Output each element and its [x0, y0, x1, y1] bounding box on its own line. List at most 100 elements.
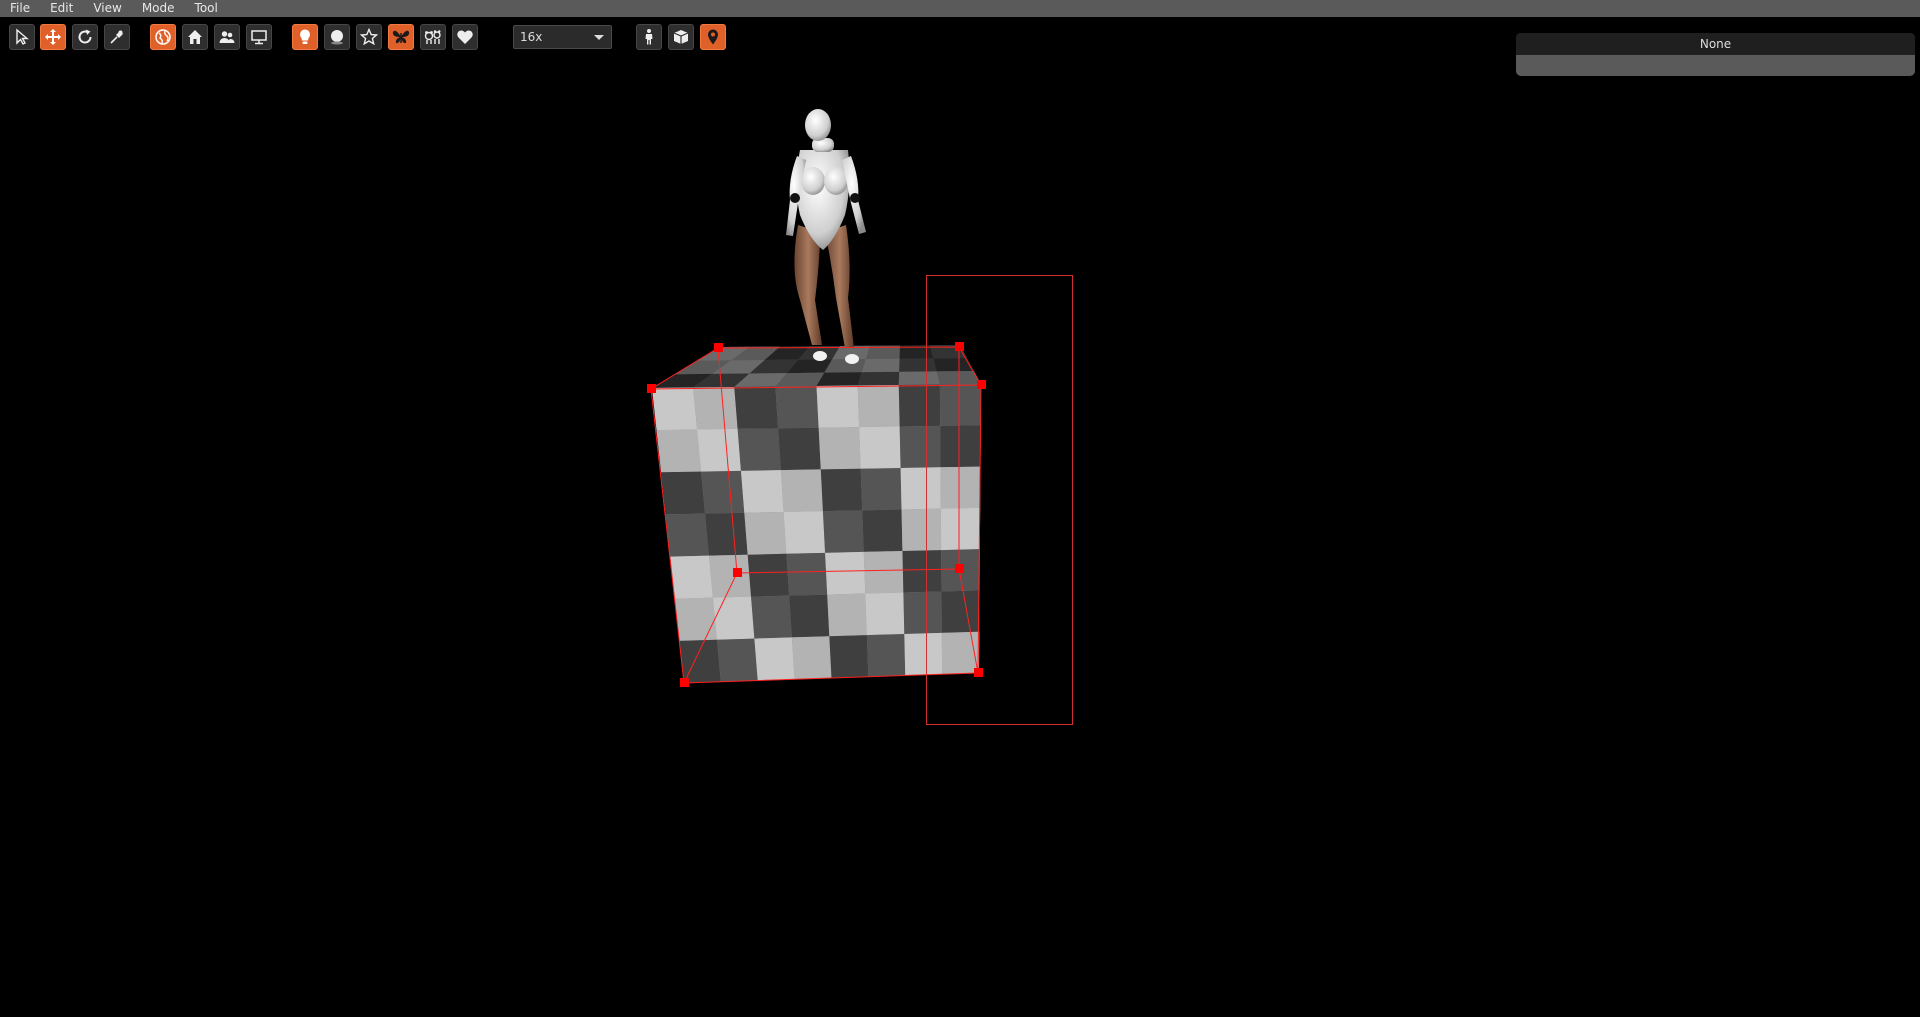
checker-tile — [775, 386, 819, 429]
menu-view[interactable]: View — [83, 0, 131, 17]
checker-tile — [829, 635, 869, 678]
checker-tile — [701, 470, 745, 514]
zoom-value: 16x — [520, 30, 543, 44]
checker-tile — [705, 512, 748, 556]
select-tool-button[interactable] — [9, 24, 35, 50]
checker-tile — [863, 551, 904, 594]
checker-tile — [820, 468, 863, 512]
checker-tile — [661, 471, 706, 515]
menu-mode[interactable]: Mode — [132, 0, 185, 17]
checker-tile — [708, 554, 752, 598]
figure-button[interactable] — [636, 24, 662, 50]
scene-canvas — [647, 109, 1073, 725]
checker-tile — [783, 511, 826, 554]
menu-tool[interactable]: Tool — [185, 0, 228, 17]
menu-file[interactable]: File — [0, 0, 40, 17]
people-button[interactable] — [214, 24, 240, 50]
zoom-dropdown[interactable]: 16x — [513, 25, 612, 49]
checker-tile — [665, 513, 709, 557]
checker-tile — [679, 639, 721, 683]
checker-tile — [857, 385, 900, 428]
character-figure[interactable] — [786, 109, 866, 364]
checker-tile — [778, 427, 821, 471]
menu-edit[interactable]: Edit — [40, 0, 83, 17]
rotate-tool-button[interactable] — [72, 24, 98, 50]
monitor-icon — [251, 30, 267, 45]
checker-tile — [898, 384, 941, 427]
checker-tile — [902, 550, 942, 593]
sphere-icon — [331, 30, 343, 45]
checker-tile — [786, 552, 828, 596]
move-arrows-icon — [45, 29, 61, 45]
favorite-button[interactable] — [356, 24, 382, 50]
location-button[interactable] — [700, 24, 726, 50]
checker-tile — [898, 371, 940, 385]
checker-tile — [789, 594, 830, 638]
heart-button[interactable] — [452, 24, 478, 50]
checker-tile — [674, 597, 717, 641]
checker-tile — [747, 553, 790, 597]
checker-tile — [716, 638, 758, 682]
checker-tile — [939, 384, 981, 426]
people-icon — [219, 31, 235, 43]
bears-button[interactable] — [420, 24, 446, 50]
checker-tile — [861, 358, 900, 373]
checker-tile — [670, 555, 713, 599]
monitor-button[interactable] — [246, 24, 272, 50]
box-icon — [673, 30, 689, 44]
location-pin-icon — [708, 29, 718, 45]
checker-tile — [941, 590, 980, 633]
checker-tile — [744, 511, 787, 555]
move-tool-button[interactable] — [40, 24, 66, 50]
checker-tile — [822, 510, 864, 553]
checker-tile — [816, 385, 860, 428]
checker-tile — [751, 595, 792, 639]
light-button[interactable] — [292, 24, 318, 50]
figure-icon — [645, 29, 653, 45]
checker-tile — [899, 425, 941, 468]
star-icon — [360, 28, 378, 46]
pin-brush-icon — [110, 30, 123, 44]
checker-tile — [866, 634, 906, 677]
checker-tile — [903, 591, 942, 634]
3d-viewport[interactable] — [0, 55, 1920, 1017]
pin-tool-button[interactable] — [104, 24, 130, 50]
world-mode-button[interactable] — [150, 24, 176, 50]
checker-tile — [900, 467, 941, 510]
panel-title: None — [1516, 33, 1915, 55]
checker-tile — [754, 637, 795, 681]
menu-bar: File Edit View Mode Tool — [0, 0, 1920, 17]
checker-tile — [780, 469, 823, 512]
butterfly-button[interactable] — [388, 24, 414, 50]
checker-tile — [859, 426, 901, 469]
checkered-cube[interactable] — [652, 345, 981, 683]
checker-tile — [827, 593, 867, 637]
select-arrow-icon — [16, 28, 29, 45]
checker-tile — [857, 371, 900, 386]
checker-tile — [865, 592, 905, 636]
checker-tile — [697, 428, 741, 472]
butterfly-icon — [392, 30, 410, 44]
checker-tile — [693, 387, 738, 430]
checker-tile — [904, 632, 943, 676]
chevron-down-icon — [594, 35, 604, 40]
box-button[interactable] — [668, 24, 694, 50]
checker-tile — [940, 425, 981, 468]
home-button[interactable] — [182, 24, 208, 50]
bears-icon — [424, 30, 441, 44]
checker-tile — [940, 466, 981, 509]
checker-tile — [740, 470, 784, 513]
checker-tile — [652, 387, 698, 431]
checker-tile — [818, 427, 861, 470]
sphere-button[interactable] — [324, 24, 350, 50]
checker-tile — [933, 358, 974, 372]
checker-tile — [737, 428, 781, 471]
checker-tile — [791, 636, 832, 680]
home-icon — [188, 30, 202, 44]
heart-icon — [457, 30, 473, 44]
checker-tile — [825, 551, 866, 595]
checker-tile — [860, 468, 902, 511]
rotate-icon — [78, 29, 92, 44]
lightbulb-icon — [300, 29, 310, 44]
checker-tile — [734, 386, 779, 429]
